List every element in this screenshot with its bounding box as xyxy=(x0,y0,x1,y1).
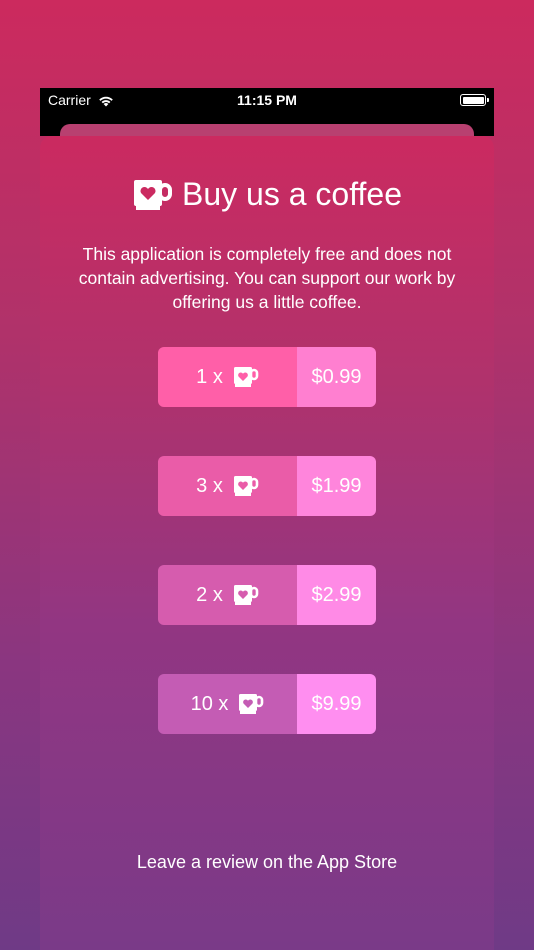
page-title: Buy us a coffee xyxy=(182,176,402,212)
coffee-cup-icon xyxy=(233,585,259,605)
status-bar: Carrier 11:15 PM xyxy=(40,88,494,112)
price-label: $1.99 xyxy=(297,456,376,516)
review-link[interactable]: Leave a review on the App Store xyxy=(40,852,494,873)
wifi-icon xyxy=(98,96,113,106)
buy-10-coffees-button[interactable]: 10 x $9.99 xyxy=(158,674,376,734)
quantity-cell: 2 x xyxy=(158,565,297,625)
buy-1-coffee-button[interactable]: 1 x $0.99 xyxy=(158,347,376,407)
coffee-heart-icon xyxy=(134,179,172,210)
price-label: $2.99 xyxy=(297,565,376,625)
quantity-label: 3 x xyxy=(196,474,223,497)
price-label: $9.99 xyxy=(297,674,376,734)
coffee-cup-icon xyxy=(233,476,259,496)
coffee-sheet: Buy us a coffee This application is comp… xyxy=(40,136,494,950)
buy-3-coffees-button[interactable]: 3 x $1.99 xyxy=(158,456,376,516)
carrier-label: Carrier xyxy=(48,92,91,108)
quantity-cell: 10 x xyxy=(158,674,297,734)
coffee-cup-icon xyxy=(239,694,264,714)
quantity-cell: 1 x xyxy=(158,347,297,407)
title-row: Buy us a coffee xyxy=(40,176,494,213)
quantity-label: 2 x xyxy=(196,583,223,606)
coffee-cup-icon xyxy=(233,367,259,387)
price-label: $0.99 xyxy=(297,347,376,407)
quantity-cell: 3 x xyxy=(158,456,297,516)
description-text: This application is completely free and … xyxy=(78,244,456,312)
buy-2-coffees-button[interactable]: 2 x $2.99 xyxy=(158,565,376,625)
quantity-label: 10 x xyxy=(190,692,229,715)
carrier-group: Carrier xyxy=(48,92,115,108)
quantity-label: 1 x xyxy=(196,365,223,388)
battery-icon xyxy=(460,94,489,106)
